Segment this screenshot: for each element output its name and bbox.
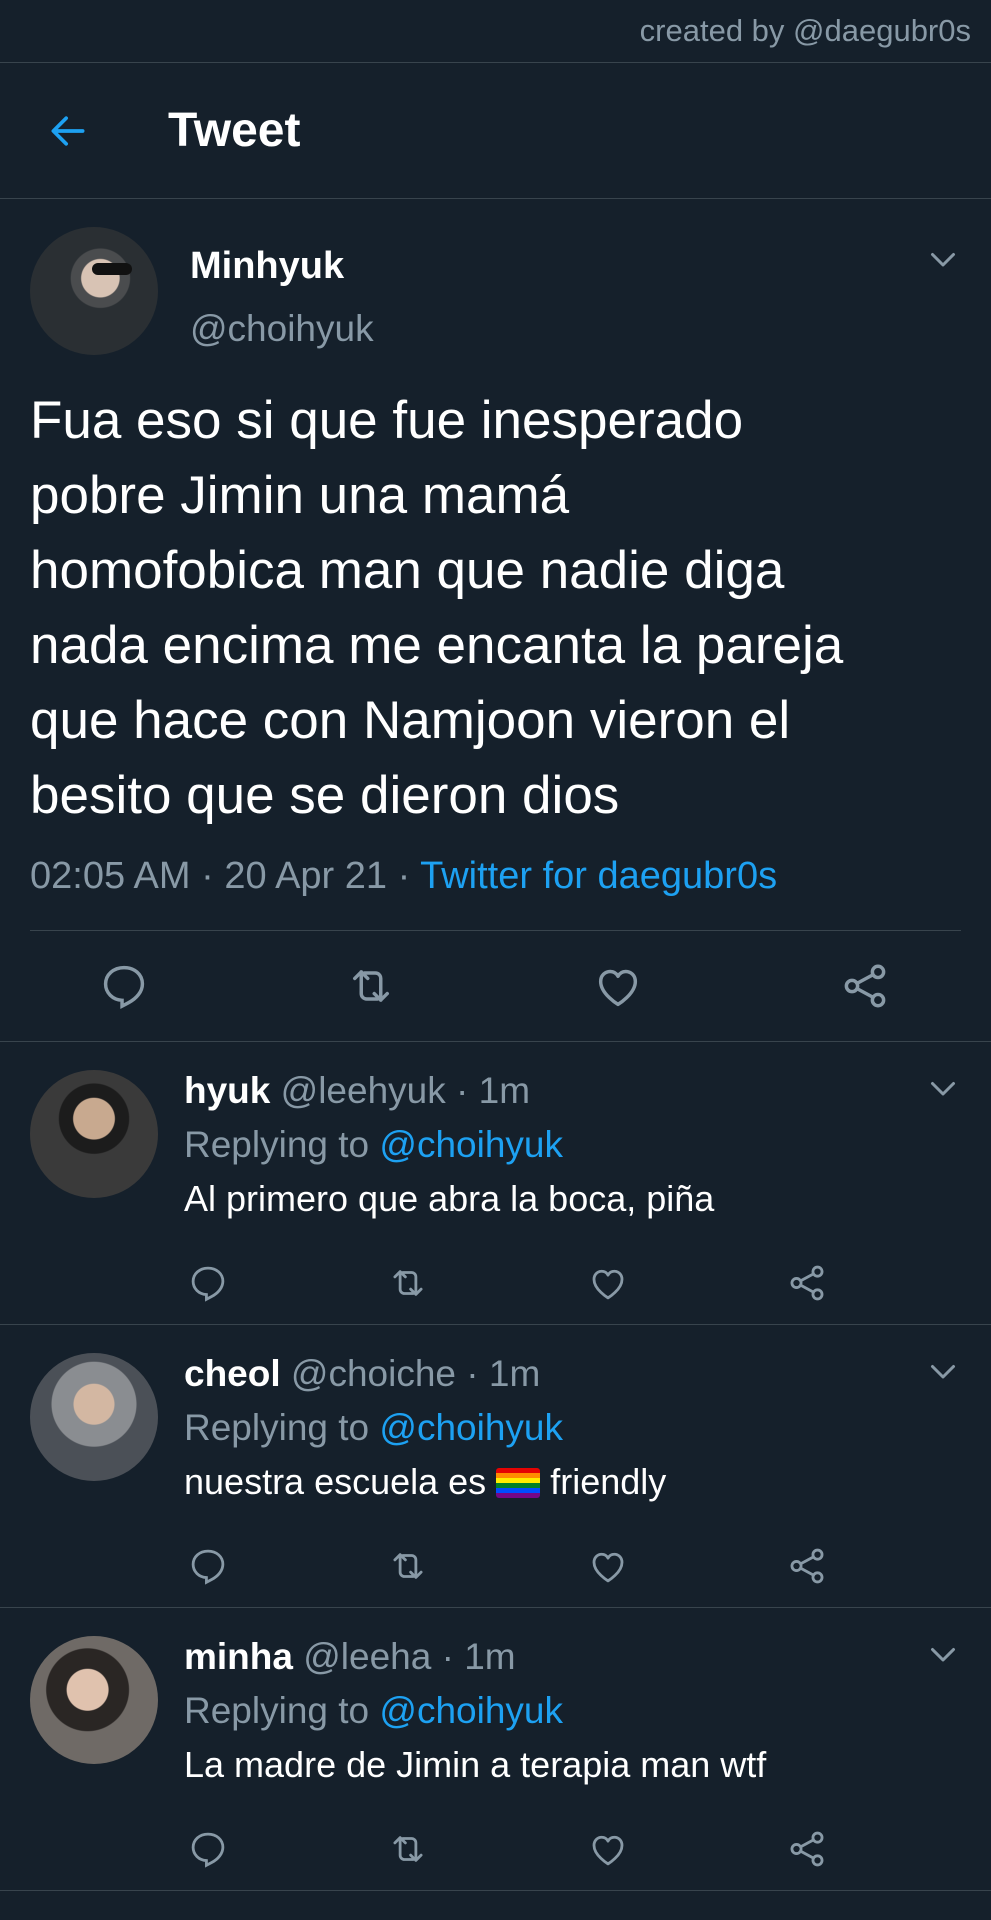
- reply-item[interactable]: cheol @choiche · 1m Replying to @choihyu…: [0, 1325, 991, 1608]
- reply-text: La madre de Jimin a terapia man wtf: [184, 1744, 767, 1785]
- reply-button[interactable]: [98, 960, 150, 1012]
- reply-text-after: friendly: [550, 1461, 667, 1502]
- like-button[interactable]: [587, 1262, 629, 1304]
- reply-text-before: nuestra escuela es: [184, 1461, 487, 1502]
- tweet-source-link[interactable]: Twitter for daegubr0s: [420, 855, 777, 897]
- heart-icon: [587, 1828, 629, 1870]
- avatar[interactable]: [30, 1353, 158, 1481]
- replying-label: Replying to: [184, 1407, 370, 1448]
- arrow-left-icon: [51, 115, 85, 146]
- share-button[interactable]: [786, 1828, 828, 1870]
- reply-button[interactable]: [187, 1545, 229, 1587]
- meta-separator: ·: [466, 1353, 489, 1394]
- reply-author-name[interactable]: minha: [184, 1636, 293, 1677]
- retweet-icon: [387, 1262, 429, 1304]
- back-button[interactable]: [30, 93, 106, 169]
- meta-separator: ·: [397, 855, 421, 897]
- comment-icon: [187, 1828, 229, 1870]
- replying-mention-link[interactable]: @choihyuk: [379, 1124, 563, 1165]
- credit-bar: created by @daegubr0s: [0, 0, 991, 63]
- share-icon: [786, 1545, 828, 1587]
- author-handle[interactable]: @choihyuk: [190, 308, 374, 350]
- tweet-meta: 02:05 AM · 20 Apr 21 · Twitter for daegu…: [30, 855, 961, 931]
- tweet-actions: [30, 931, 961, 1041]
- reply-actions: [184, 1828, 961, 1870]
- like-button[interactable]: [592, 960, 644, 1012]
- retweet-button[interactable]: [345, 960, 397, 1012]
- share-button[interactable]: [786, 1262, 828, 1304]
- share-icon: [839, 960, 891, 1012]
- reply-time: 1m: [478, 1070, 531, 1111]
- tweet-text: Fua eso si que fue inesperado pobre Jimi…: [30, 391, 844, 825]
- retweet-icon: [387, 1545, 429, 1587]
- share-button[interactable]: [786, 1545, 828, 1587]
- retweet-button[interactable]: [387, 1545, 429, 1587]
- reply-time: 1m: [464, 1636, 516, 1677]
- avatar[interactable]: [30, 1636, 158, 1764]
- reply-button[interactable]: [187, 1262, 229, 1304]
- comment-icon: [187, 1545, 229, 1587]
- reply-item[interactable]: hyuk @leehyuk · 1m Replying to @choihyuk…: [0, 1042, 991, 1325]
- heart-icon: [587, 1545, 629, 1587]
- heart-icon: [592, 960, 644, 1012]
- avatar[interactable]: [30, 227, 158, 355]
- page-title: Tweet: [168, 104, 301, 157]
- author-name[interactable]: Minhyuk: [190, 245, 374, 288]
- tweet-time: 02:05 AM: [30, 855, 191, 897]
- tweet-date: 20 Apr 21: [224, 855, 388, 897]
- reply-author-name[interactable]: cheol: [184, 1353, 281, 1394]
- share-button[interactable]: [839, 960, 891, 1012]
- credit-text: created by @daegubr0s: [639, 13, 971, 48]
- like-button[interactable]: [587, 1545, 629, 1587]
- share-icon: [786, 1828, 828, 1870]
- meta-separator: ·: [441, 1636, 465, 1677]
- chevron-down-icon[interactable]: [925, 1636, 961, 1672]
- reply-actions: [184, 1545, 961, 1587]
- comment-icon: [187, 1262, 229, 1304]
- avatar[interactable]: [30, 1070, 158, 1198]
- reply-author-handle[interactable]: @choiche: [291, 1353, 456, 1394]
- reply-button[interactable]: [187, 1828, 229, 1870]
- top-app-bar: Tweet: [0, 63, 991, 199]
- replying-label: Replying to: [184, 1690, 370, 1731]
- replying-to: Replying to @choihyuk: [184, 1690, 961, 1732]
- reply-author-handle[interactable]: @leeha: [303, 1636, 431, 1677]
- retweet-button[interactable]: [387, 1828, 429, 1870]
- comment-icon: [98, 960, 150, 1012]
- share-icon: [786, 1262, 828, 1304]
- meta-separator: ·: [201, 855, 225, 897]
- like-button[interactable]: [587, 1828, 629, 1870]
- replying-to: Replying to @choihyuk: [184, 1407, 961, 1449]
- chevron-down-icon[interactable]: [925, 241, 961, 277]
- retweet-button[interactable]: [387, 1262, 429, 1304]
- meta-separator: ·: [456, 1070, 479, 1111]
- chevron-down-icon[interactable]: [925, 1353, 961, 1389]
- reply-time: 1m: [488, 1353, 541, 1394]
- heart-icon: [587, 1262, 629, 1304]
- chevron-down-icon[interactable]: [925, 1070, 961, 1106]
- replying-mention-link[interactable]: @choihyuk: [379, 1407, 563, 1448]
- replying-to: Replying to @choihyuk: [184, 1124, 961, 1166]
- reply-actions: [184, 1262, 961, 1304]
- rainbow-flag-icon: [496, 1468, 541, 1498]
- reply-item[interactable]: minha @leeha · 1m Replying to @choihyuk …: [0, 1608, 991, 1891]
- reply-author-handle[interactable]: @leehyuk: [281, 1070, 446, 1111]
- reply-author-name[interactable]: hyuk: [184, 1070, 270, 1111]
- retweet-icon: [387, 1828, 429, 1870]
- retweet-icon: [345, 960, 397, 1012]
- replying-label: Replying to: [184, 1124, 370, 1165]
- replying-mention-link[interactable]: @choihyuk: [379, 1690, 563, 1731]
- main-tweet: Minhyuk @choihyuk Fua eso si que fue ine…: [0, 199, 991, 1041]
- reply-text: nuestra escuela es friendly: [184, 1461, 961, 1503]
- reply-text: Al primero que abra la boca, piña: [184, 1178, 715, 1219]
